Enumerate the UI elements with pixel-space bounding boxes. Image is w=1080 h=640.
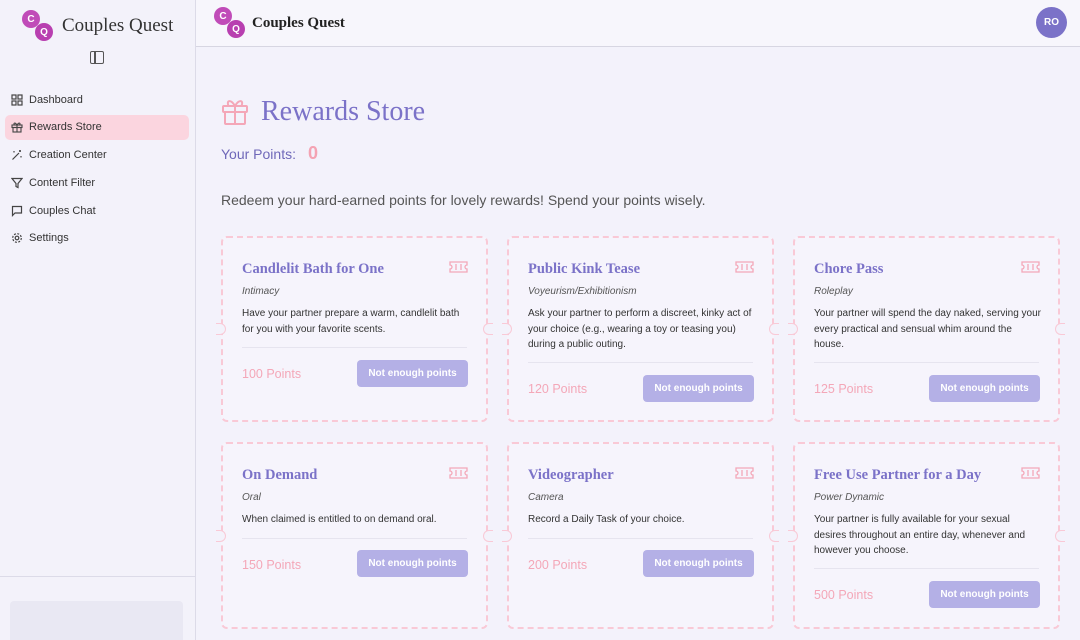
redeem-button[interactable]: Not enough points — [929, 581, 1040, 608]
ticket-notch — [769, 323, 779, 335]
reward-category: Oral — [242, 492, 261, 503]
wand-icon — [11, 149, 23, 161]
ticket-icon — [735, 261, 754, 273]
header-logo[interactable]: C Q — [214, 7, 246, 39]
ticket-notch — [788, 323, 798, 335]
header-title: Couples Quest — [252, 15, 345, 31]
card-divider — [242, 347, 467, 348]
app-name: Couples Quest — [62, 15, 174, 36]
redeem-button[interactable]: Not enough points — [643, 375, 754, 402]
redeem-button[interactable]: Not enough points — [357, 550, 468, 577]
sidebar-divider — [0, 576, 196, 577]
reward-description: When claimed is entitled to on demand or… — [242, 514, 437, 525]
reward-category: Power Dynamic — [814, 492, 885, 503]
top-header: C Q Couples Quest RO — [196, 0, 1080, 47]
chat-icon — [11, 205, 23, 217]
reward-title: Free Use Partner for a Day — [814, 467, 982, 483]
sidebar-item-label: Couples Chat — [29, 204, 96, 217]
ticket-notch — [1055, 529, 1065, 542]
reward-points: 500 Points — [814, 588, 874, 602]
app-logo: C Q — [22, 10, 54, 42]
filter-icon — [11, 177, 23, 189]
reward-title: Candlelit Bath for One — [242, 261, 384, 277]
sidebar: C Q Couples Quest Dashboard Rewards Stor… — [0, 0, 196, 640]
ticket-notch — [502, 529, 512, 542]
card-divider — [814, 362, 1039, 363]
reward-description: Ask your partner to perform a discreet, … — [528, 308, 752, 350]
points-value: 0 — [307, 143, 318, 163]
gift-icon — [222, 100, 248, 125]
reward-category: Roleplay — [814, 286, 853, 297]
ticket-icon — [735, 467, 754, 479]
ticket-notch — [502, 323, 512, 335]
sidebar-item-label: Dashboard — [29, 93, 83, 106]
sidebar-item-settings[interactable]: Settings — [5, 226, 189, 251]
reward-card: Free Use Partner for a Day Power Dynamic… — [788, 442, 1065, 629]
reward-points: 200 Points — [528, 558, 588, 572]
reward-points: 120 Points — [528, 382, 588, 396]
ticket-notch — [216, 323, 226, 335]
intro-text: Redeem your hard-earned points for lovel… — [221, 192, 706, 208]
reward-description: Have your partner prepare a warm, candle… — [242, 308, 460, 335]
sidebar-item-label: Creation Center — [29, 149, 107, 162]
reward-card: Candlelit Bath for One Intimacy Have you… — [216, 236, 493, 422]
logo-letter: Q — [227, 20, 245, 38]
card-divider — [814, 568, 1039, 569]
redeem-button[interactable]: Not enough points — [643, 550, 754, 577]
reward-title: Chore Pass — [814, 261, 884, 277]
ticket-icon — [449, 261, 468, 273]
sidebar-toggle-icon[interactable] — [90, 51, 104, 64]
ticket-icon — [1021, 467, 1040, 479]
sidebar-item-rewards-store[interactable]: Rewards Store — [5, 114, 189, 140]
reward-description: Your partner will spend the day naked, s… — [814, 308, 1041, 350]
sidebar-nav: Dashboard Rewards Store Creation Center … — [5, 87, 189, 254]
reward-title: Public Kink Tease — [528, 261, 641, 277]
reward-card: Videographer Camera Record a Daily Task … — [502, 442, 779, 629]
gift-icon — [11, 121, 23, 133]
ticket-icon — [449, 467, 468, 479]
page-title: Rewards Store — [261, 96, 426, 127]
ticket-notch — [216, 529, 226, 542]
logo-letter: Q — [35, 23, 53, 41]
reward-card: Public Kink Tease Voyeurism/Exhibitionis… — [502, 236, 779, 422]
sidebar-item-dashboard[interactable]: Dashboard — [5, 87, 189, 112]
reward-points: 150 Points — [242, 558, 302, 572]
brand[interactable]: C Q Couples Quest — [22, 10, 173, 42]
reward-card: On Demand Oral When claimed is entitled … — [216, 442, 493, 629]
card-divider — [528, 538, 753, 539]
ticket-notch — [483, 529, 493, 542]
sidebar-item-label: Content Filter — [29, 176, 96, 189]
points-summary: Your Points: 0 — [221, 143, 318, 164]
gear-icon — [11, 232, 23, 244]
ticket-notch — [483, 323, 493, 335]
redeem-button[interactable]: Not enough points — [929, 375, 1040, 402]
sidebar-item-label: Settings — [29, 232, 69, 245]
redeem-button[interactable]: Not enough points — [357, 360, 468, 387]
ticket-icon — [1021, 261, 1040, 273]
reward-category: Voyeurism/Exhibitionism — [528, 286, 637, 297]
avatar[interactable]: RO — [1036, 7, 1067, 38]
card-divider — [242, 538, 467, 539]
reward-points: 100 Points — [242, 367, 302, 381]
sidebar-item-couples-chat[interactable]: Couples Chat — [5, 198, 189, 223]
ticket-notch — [1055, 323, 1065, 335]
reward-category: Camera — [528, 492, 564, 503]
sidebar-item-creation-center[interactable]: Creation Center — [5, 143, 189, 168]
reward-category: Intimacy — [242, 286, 280, 297]
page-heading: Rewards Store — [221, 96, 425, 128]
sidebar-item-label: Rewards Store — [29, 121, 102, 134]
ticket-notch — [788, 529, 798, 542]
card-divider — [528, 362, 753, 363]
reward-title: Videographer — [528, 467, 614, 483]
reward-description: Your partner is fully available for your… — [814, 514, 1026, 556]
dashboard-icon — [11, 93, 23, 106]
sidebar-footer — [10, 601, 183, 640]
reward-description: Record a Daily Task of your choice. — [528, 514, 685, 525]
points-label: Your Points: — [221, 145, 296, 162]
reward-points: 125 Points — [814, 382, 874, 396]
ticket-notch — [769, 529, 779, 542]
reward-card: Chore Pass Roleplay Your partner will sp… — [788, 236, 1065, 422]
reward-title: On Demand — [242, 467, 318, 483]
sidebar-item-content-filter[interactable]: Content Filter — [5, 170, 189, 195]
